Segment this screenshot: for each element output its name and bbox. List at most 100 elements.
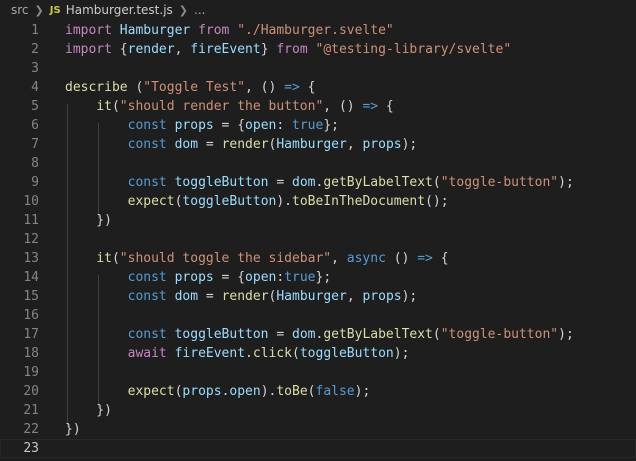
code-token: open	[229, 384, 261, 399]
code-line[interactable]: 4 describe ("Toggle Test", () => {	[0, 78, 636, 97]
breadcrumb-folder[interactable]: src	[11, 3, 29, 17]
code-token: );	[354, 384, 371, 399]
code-token: props	[362, 137, 402, 152]
code-token: :	[276, 118, 293, 133]
code-token: })	[65, 422, 81, 437]
code-line[interactable]: 19	[0, 363, 636, 382]
code-line[interactable]: 16	[0, 306, 636, 325]
line-number: 5	[31, 99, 39, 114]
code-line[interactable]: 12	[0, 230, 636, 249]
code-line[interactable]: 14 const props = {open:true};	[0, 268, 636, 287]
code-token: =	[198, 289, 222, 304]
code-token: (	[127, 80, 144, 95]
code-token: props	[174, 118, 214, 133]
code-token: await	[127, 346, 167, 361]
line-number: 10	[23, 194, 39, 209]
code-token: };	[323, 118, 339, 133]
code-line[interactable]: 2 import {render, fireEvent} from "@testi…	[0, 40, 636, 59]
code-token: "toggle-button"	[440, 327, 559, 342]
code-line[interactable]: 10 expect(toggleButton).toBeInTheDocumen…	[0, 192, 636, 211]
code-text: expect(props.open).toBe(false);	[65, 382, 371, 401]
line-number: 19	[23, 365, 39, 380]
code-token: (	[432, 175, 441, 190]
code-token: );	[401, 137, 418, 152]
code-token: const	[127, 270, 167, 285]
code-text: const props = {open: true};	[65, 116, 339, 135]
code-token: it	[96, 99, 112, 114]
code-token: from	[276, 42, 308, 57]
code-token: (	[307, 384, 316, 399]
code-line[interactable]: 21 })	[0, 401, 636, 420]
line-number: 9	[31, 175, 39, 190]
javascript-file-icon: JS	[49, 4, 61, 16]
code-token: props	[174, 270, 214, 285]
code-token: ).	[260, 384, 277, 399]
code-token: "should toggle the sidebar"	[119, 251, 332, 266]
code-token: ).	[276, 194, 292, 209]
code-line[interactable]: 23	[0, 439, 636, 458]
code-token: dom	[292, 175, 316, 190]
code-token: render	[127, 42, 175, 57]
line-number: 21	[23, 403, 39, 418]
code-token: true	[292, 118, 324, 133]
code-token: fireEvent	[190, 42, 261, 57]
code-token: "Toggle Test"	[143, 80, 246, 95]
code-token: ,	[346, 137, 363, 152]
code-line[interactable]: 5 it("should render the button", () => {	[0, 97, 636, 116]
line-number: 8	[31, 156, 39, 171]
code-token: ()	[385, 251, 418, 266]
code-token: (	[432, 327, 441, 342]
breadcrumb-file[interactable]: Hamburger.test.js	[66, 3, 173, 17]
code-line[interactable]: 13 it("should toggle the sidebar", async…	[0, 249, 636, 268]
line-number: 17	[23, 327, 39, 342]
code-token: const	[127, 118, 167, 133]
code-token: dom	[174, 137, 199, 152]
code-line[interactable]: 3	[0, 59, 636, 78]
line-number: 7	[31, 137, 39, 152]
code-line[interactable]: 1 import Hamburger from "./Hamburger.svel…	[0, 21, 636, 40]
code-text: const toggleButton = dom.getByLabelText(…	[65, 173, 574, 192]
code-token: =	[268, 175, 292, 190]
code-token: click	[252, 346, 293, 361]
code-token: Hamburger	[276, 289, 347, 304]
code-token: const	[127, 137, 167, 152]
code-token: , ()	[323, 99, 363, 114]
code-line[interactable]: 11 })	[0, 211, 636, 230]
code-text: const dom = render(Hamburger, props);	[65, 287, 418, 306]
line-number: 20	[23, 384, 39, 399]
code-token: props	[362, 289, 402, 304]
code-token: );	[401, 289, 418, 304]
code-token: );	[393, 346, 410, 361]
code-token: dom	[174, 289, 199, 304]
line-number: 15	[23, 289, 39, 304]
code-token: = {	[213, 118, 246, 133]
code-token: ();	[425, 194, 449, 209]
code-token: toggleButton	[182, 194, 277, 209]
code-line[interactable]: 17 const toggleButton = dom.getByLabelTe…	[0, 325, 636, 344]
code-line[interactable]: 9 const toggleButton = dom.getByLabelTex…	[0, 173, 636, 192]
code-text: expect(toggleButton).toBeInTheDocument()…	[65, 192, 449, 211]
line-number: 14	[23, 270, 39, 285]
breadcrumb-symbols[interactable]: ...	[194, 3, 205, 17]
code-line[interactable]: 6 const props = {open: true};	[0, 116, 636, 135]
code-line[interactable]: 22})	[0, 420, 636, 439]
code-token: "toggle-button"	[440, 175, 559, 190]
code-line[interactable]: 8	[0, 154, 636, 173]
code-line[interactable]: 15 const dom = render(Hamburger, props);	[0, 287, 636, 306]
code-line[interactable]: 18 await fireEvent.click(toggleButton);	[0, 344, 636, 363]
code-line[interactable]: 20 expect(props.open).toBe(false);	[0, 382, 636, 401]
code-line[interactable]: 7 const dom = render(Hamburger, props);	[0, 135, 636, 154]
code-editor[interactable]: 1 import Hamburger from "./Hamburger.svel…	[0, 20, 636, 461]
code-token: const	[127, 175, 167, 190]
code-text: const props = {open:true};	[65, 268, 332, 287]
line-number: 2	[31, 42, 39, 57]
code-token: false	[315, 384, 355, 399]
code-token: it	[96, 251, 112, 266]
